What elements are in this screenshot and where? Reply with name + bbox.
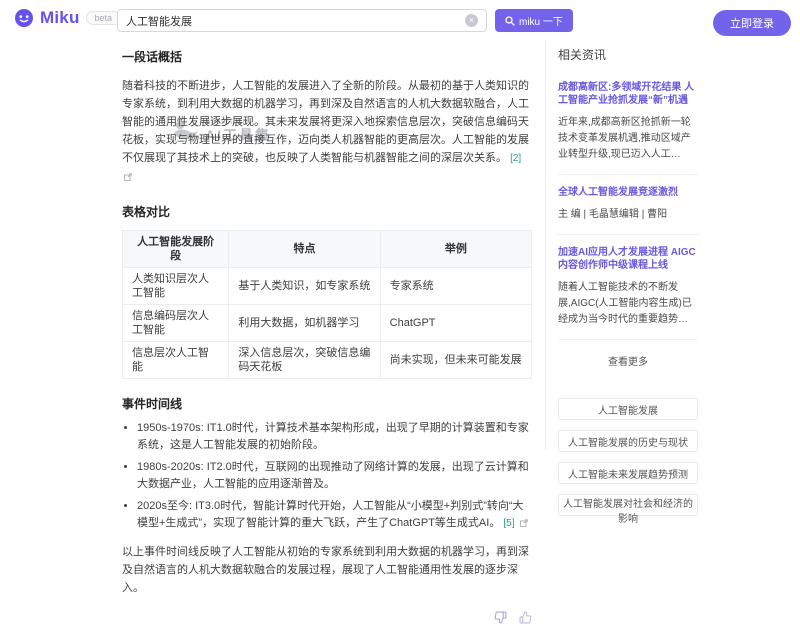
timeline-section-title: 事件时间线 [122, 395, 532, 412]
table-header-cell: 特点 [229, 231, 380, 268]
news-article: 全球人工智能发展竞逐激烈 主 编 | 毛晶慧编辑 | 曹阳 [558, 186, 698, 223]
citation-link-5[interactable]: [5] [503, 518, 514, 529]
news-article-title[interactable]: 加速AI应用人才发展进程 AIGC内容创作师中级课程上线 [558, 246, 698, 272]
miku-search-button[interactable]: miku 一下 [495, 9, 573, 32]
news-article-title[interactable]: 成都高新区:多领域开花结果 人工智能产业抢抓发展“新”机遇 [558, 81, 698, 107]
table-cell: 基于人类知识，如专家系统 [229, 268, 380, 305]
divider [558, 234, 698, 235]
view-more-link[interactable]: 查看更多 [558, 351, 698, 370]
suggested-queries: 人工智能发展 人工智能发展的历史与现状 人工智能未来发展趋势预测 人工智能发展对… [558, 398, 698, 516]
timeline-item: 2020s至今: IT3.0时代，智能计算时代开始，人工智能从“小模型+判别式”… [137, 498, 532, 533]
brand-name: Miku [40, 8, 80, 28]
related-news-panel: 相关资讯 成都高新区:多领域开花结果 人工智能产业抢抓发展“新”机遇 近年来,成… [558, 42, 698, 516]
search-input[interactable] [126, 15, 465, 27]
table-header-row: 人工智能发展阶段 特点 举例 [123, 231, 532, 268]
table-row: 信息编码层次人工智能 利用大数据，如机器学习 ChatGPT [123, 305, 532, 342]
miku-search-label: miku 一下 [519, 13, 563, 28]
table-cell: 专家系统 [380, 268, 531, 305]
suggested-query-button[interactable]: 人工智能未来发展趋势预测 [558, 462, 698, 484]
search-bar[interactable]: × [117, 9, 487, 32]
comparison-table: 人工智能发展阶段 特点 举例 人类知识层次人工智能 基于人类知识，如专家系统 专… [122, 230, 532, 379]
beta-badge: beta [86, 11, 122, 25]
news-article: 加速AI应用人才发展进程 AIGC内容创作师中级课程上线 随着人工智能技术的不断… [558, 246, 698, 328]
timeline-item: 1980s-2020s: IT2.0时代，互联网的出现推动了网络计算的发展，出现… [137, 459, 532, 493]
external-link-icon[interactable] [520, 516, 528, 533]
clear-search-icon[interactable]: × [465, 14, 478, 27]
table-cell: 尚未实现，但未来可能发展 [380, 342, 531, 379]
summary-text: 随着科技的不断进步，人工智能的发展进入了全新的阶段。从最初的基于人类知识的专家系… [122, 80, 529, 164]
suggested-query-button[interactable]: 人工智能发展 [558, 398, 698, 420]
news-article-title[interactable]: 全球人工智能发展竞逐激烈 [558, 186, 698, 199]
summary-paragraph: 随着科技的不断进步，人工智能的发展进入了全新的阶段。从最初的基于人类知识的专家系… [122, 77, 532, 187]
search-icon [505, 16, 515, 26]
summary-section-title: 一段话概括 [122, 48, 532, 65]
thumbs-up-icon[interactable] [519, 611, 532, 624]
table-cell: 信息层次人工智能 [123, 342, 229, 379]
timeline-list: 1950s-1970s: IT1.0时代，计算技术基本架构形成，出现了早期的计算… [122, 420, 532, 533]
table-cell: ChatGPT [380, 305, 531, 342]
feedback-bar [122, 611, 532, 624]
table-cell: 深入信息层次，突破信息编码天花板 [229, 342, 380, 379]
table-header-cell: 举例 [380, 231, 531, 268]
timeline-item: 1950s-1970s: IT1.0时代，计算技术基本架构形成，出现了早期的计算… [137, 420, 532, 454]
timeline-item-text: 1950s-1970s: IT1.0时代，计算技术基本架构形成，出现了早期的计算… [137, 422, 529, 451]
login-button[interactable]: 立即登录 [713, 10, 791, 36]
table-header-cell: 人工智能发展阶段 [123, 231, 229, 268]
suggested-query-button[interactable]: 人工智能发展对社会和经济的影响 [558, 494, 698, 516]
related-news-title: 相关资讯 [558, 46, 698, 63]
divider [558, 339, 698, 340]
table-cell: 人类知识层次人工智能 [123, 268, 229, 305]
news-article-snippet: 主 编 | 毛晶慧编辑 | 曹阳 [558, 207, 698, 223]
divider [558, 174, 698, 175]
brand-logo[interactable]: Miku beta [14, 8, 121, 28]
table-section-title: 表格对比 [122, 203, 532, 220]
header: Miku beta × miku 一下 立即登录 [0, 0, 800, 40]
news-article-snippet: 随着人工智能技术的不断发展,AIGC(人工智能内容生成)已经成为当今时代的重要趋… [558, 280, 698, 328]
table-cell: 信息编码层次人工智能 [123, 305, 229, 342]
timeline-item-text: 1980s-2020s: IT2.0时代，互联网的出现推动了网络计算的发展，出现… [137, 461, 529, 490]
external-link-icon[interactable] [124, 169, 132, 187]
timeline-item-text: 2020s至今: IT3.0时代，智能计算时代开始，人工智能从“小模型+判别式”… [137, 500, 524, 529]
news-article: 成都高新区:多领域开花结果 人工智能产业抢抓发展“新”机遇 近年来,成都高新区抢… [558, 81, 698, 163]
miku-face-icon [14, 8, 34, 28]
suggested-query-button[interactable]: 人工智能发展的历史与现状 [558, 430, 698, 452]
table-row: 信息层次人工智能 深入信息层次，突破信息编码天花板 尚未实现，但未来可能发展 [123, 342, 532, 379]
thumbs-down-icon[interactable] [494, 611, 507, 624]
vertical-divider [545, 40, 546, 450]
news-article-snippet: 近年来,成都高新区抢抓新一轮技术变革发展机遇,推动区域产业转型升级,现已迈入人工… [558, 115, 698, 163]
answer-panel: 一段话概括 随着科技的不断进步，人工智能的发展进入了全新的阶段。从最初的基于人类… [122, 42, 532, 624]
table-row: 人类知识层次人工智能 基于人类知识，如专家系统 专家系统 [123, 268, 532, 305]
timeline-conclusion: 以上事件时间线反映了人工智能从初始的专家系统到利用大数据的机器学习，再到深及自然… [122, 543, 532, 597]
citation-link-2[interactable]: [2] [510, 153, 521, 164]
table-cell: 利用大数据，如机器学习 [229, 305, 380, 342]
